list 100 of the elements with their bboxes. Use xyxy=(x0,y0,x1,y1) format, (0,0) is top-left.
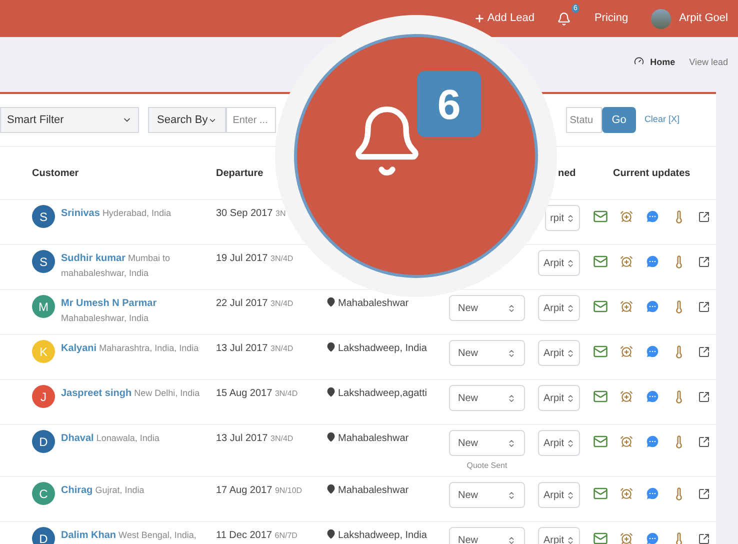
add-lead-button[interactable]: Add Lead xyxy=(474,10,534,27)
breadcrumb-home[interactable]: Home xyxy=(650,56,676,70)
alarm-clock-icon[interactable] xyxy=(620,435,633,448)
mail-icon[interactable] xyxy=(593,434,608,449)
avatar-initial: M xyxy=(32,295,55,318)
chat-icon[interactable] xyxy=(645,209,660,224)
avatar-initial: C xyxy=(32,482,55,505)
external-link-icon[interactable] xyxy=(698,210,710,222)
status-select[interactable]: New xyxy=(449,527,525,544)
assigned-select[interactable]: Arpit xyxy=(538,295,580,321)
chat-icon[interactable] xyxy=(645,531,660,544)
breadcrumb-current: View lead xyxy=(689,56,728,69)
alarm-clock-icon[interactable] xyxy=(620,487,633,500)
map-pin-icon xyxy=(326,484,336,494)
status-select[interactable]: New xyxy=(449,295,525,321)
avatar[interactable] xyxy=(651,8,672,28)
updown-icon xyxy=(566,258,575,268)
trip-duration: 3N xyxy=(276,209,286,218)
customer-link[interactable]: Dalim Khan xyxy=(61,530,116,541)
clear-link[interactable]: Clear [X] xyxy=(644,113,680,127)
status-select[interactable]: New xyxy=(449,430,525,456)
search-field[interactable]: Enter ... xyxy=(226,107,276,133)
customer-link[interactable]: Jaspreet singh xyxy=(61,388,132,399)
trip-duration: 3N/4D xyxy=(270,344,294,353)
departure-date: 11 Dec 2017 xyxy=(216,530,272,541)
updown-icon xyxy=(566,490,575,500)
alarm-clock-icon[interactable] xyxy=(620,300,633,313)
customer-link[interactable]: Sudhir kumar xyxy=(61,253,126,264)
trip-duration: 3N/4D xyxy=(270,299,294,308)
external-link-icon[interactable] xyxy=(698,436,710,448)
smart-filter-select[interactable]: Smart Filter xyxy=(0,107,139,133)
alarm-clock-icon[interactable] xyxy=(620,390,633,403)
chat-icon[interactable] xyxy=(645,254,660,269)
external-link-icon[interactable] xyxy=(698,346,710,358)
chat-icon[interactable] xyxy=(645,344,660,359)
assigned-select[interactable]: Arpit xyxy=(538,340,580,366)
customer-details: Dhaval Lonawala, India xyxy=(61,432,160,446)
column-header: ned xyxy=(558,166,577,180)
search-by-button[interactable]: Search By xyxy=(148,107,226,133)
status-field[interactable]: Statu xyxy=(566,107,602,133)
updown-icon xyxy=(566,536,575,544)
assigned-select[interactable]: Arpit xyxy=(538,482,580,508)
updown-icon xyxy=(566,304,575,312)
customer-link[interactable]: Dhaval xyxy=(61,433,94,444)
alarm-clock-icon[interactable] xyxy=(620,532,633,544)
mail-icon[interactable] xyxy=(593,254,608,269)
chat-icon[interactable] xyxy=(645,486,660,501)
chat-icon[interactable] xyxy=(645,389,660,404)
alarm-clock-icon[interactable] xyxy=(620,345,633,358)
departure-date: 22 Jul 2017 xyxy=(216,298,268,309)
external-link-icon[interactable] xyxy=(698,390,710,402)
plus-icon xyxy=(474,13,486,24)
mail-icon[interactable] xyxy=(593,389,608,404)
customer-link[interactable]: Kalyani xyxy=(61,343,97,354)
external-link-icon[interactable] xyxy=(698,532,710,544)
alarm-clock-icon[interactable] xyxy=(620,255,633,268)
mail-icon[interactable] xyxy=(593,299,608,314)
external-link-icon[interactable] xyxy=(698,488,710,500)
updown-icon xyxy=(566,348,575,358)
customer-details: Mr Umesh N Parmar Mahabaleshwar, India xyxy=(61,297,158,325)
mail-icon[interactable] xyxy=(593,209,608,224)
customer-link[interactable]: Mr Umesh N Parmar xyxy=(61,298,157,309)
mail-icon[interactable] xyxy=(593,344,608,359)
mail-icon[interactable] xyxy=(593,531,608,544)
alarm-clock-icon[interactable] xyxy=(620,210,633,223)
pricing-link[interactable]: Pricing xyxy=(594,10,628,27)
user-name[interactable]: Arpit Goel xyxy=(679,10,728,27)
external-link-icon[interactable] xyxy=(698,300,710,312)
assigned-select[interactable]: rpit xyxy=(545,205,580,231)
status-select[interactable]: New xyxy=(449,340,525,366)
assigned-select[interactable]: Arpit xyxy=(538,430,580,456)
departure-date: 13 Jul 2017 xyxy=(216,433,268,444)
customer-details: Dalim Khan West Bengal, India, xyxy=(61,529,198,543)
departure-date: 15 Aug 2017 xyxy=(216,388,272,399)
assigned-select[interactable]: Arpit xyxy=(538,385,580,411)
go-button[interactable]: Go xyxy=(602,107,636,133)
column-header: Departure xyxy=(216,166,264,180)
destination: Mahabaleshwar xyxy=(338,432,409,446)
mail-icon[interactable] xyxy=(593,486,608,501)
trip-duration: 3N/4D xyxy=(270,434,294,443)
chat-icon[interactable] xyxy=(645,434,660,449)
customer-details: Jaspreet singh New Delhi, India xyxy=(61,387,201,401)
updown-icon xyxy=(507,394,516,402)
status-select[interactable]: New xyxy=(449,385,525,411)
customer-details: Srinivas Hyderabad, India xyxy=(61,207,172,221)
status-select[interactable]: New xyxy=(449,482,525,508)
departure-date: 17 Aug 2017 xyxy=(216,485,272,496)
avatar-initial: J xyxy=(32,385,55,408)
trip-duration: 6N/7D xyxy=(274,531,298,540)
updown-icon xyxy=(507,348,516,358)
customer-link[interactable]: Srinivas xyxy=(61,208,100,219)
customer-details: Sudhir kumar Mumbai to mahabaleshwar, India xyxy=(61,252,172,280)
chat-icon[interactable] xyxy=(645,299,660,314)
customer-details: Kalyani Maharashtra, India, India xyxy=(61,342,200,356)
external-link-icon[interactable] xyxy=(698,256,710,268)
destination: Mahabaleshwar xyxy=(338,297,409,311)
updown-icon xyxy=(566,214,575,222)
assigned-select[interactable]: Arpit xyxy=(538,250,580,276)
map-pin-icon xyxy=(326,297,336,307)
customer-link[interactable]: Chirag xyxy=(61,485,93,496)
